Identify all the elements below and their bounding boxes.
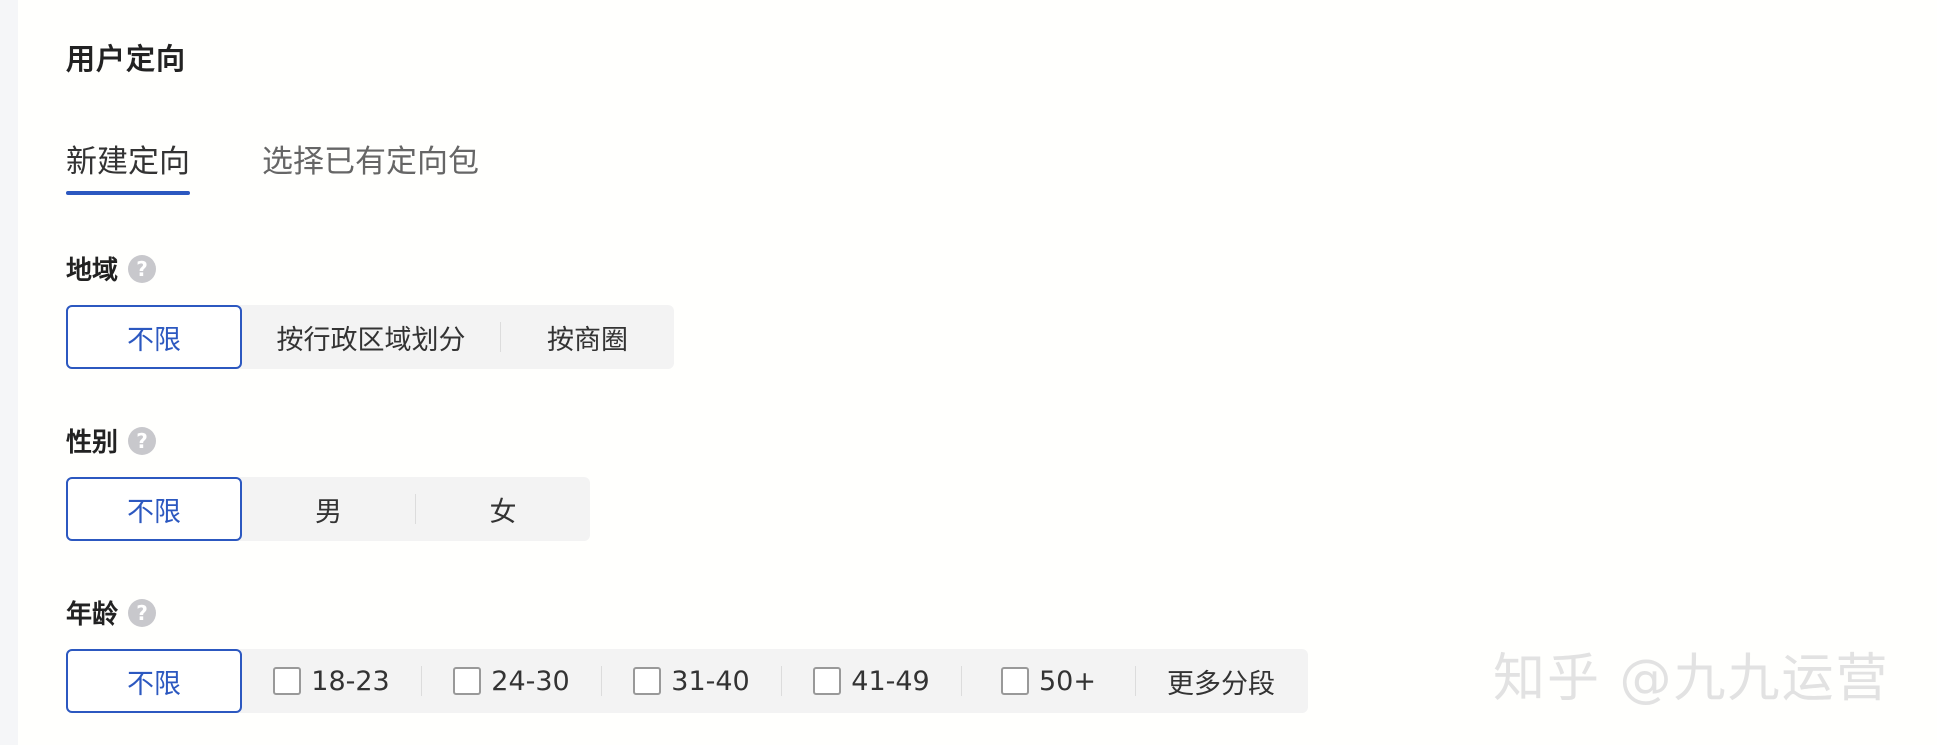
gender-label-row: 性别 ? (66, 422, 157, 459)
gender-option-female[interactable]: 女 (416, 477, 590, 541)
targeting-panel: 用户定向 新建定向 选择已有定向包 地域 ? 不限 按行政区域划分 按商圈 性别… (18, 0, 1937, 745)
checkbox[interactable] (813, 667, 842, 695)
help-icon[interactable]: ? (128, 254, 157, 283)
help-icon[interactable]: ? (128, 598, 157, 627)
gender-option-unlimited[interactable]: 不限 (66, 477, 242, 541)
age-range-label: 24-30 (491, 665, 570, 697)
age-range-label: 31-40 (671, 665, 750, 697)
region-option-administrative[interactable]: 按行政区域划分 (242, 305, 500, 369)
tab-existing-package[interactable]: 选择已有定向包 (262, 136, 479, 195)
age-range-label: 18-23 (311, 665, 390, 697)
age-option-41-49[interactable]: 41-49 (782, 649, 961, 713)
section-title: 用户定向 (66, 42, 187, 76)
tab-new-targeting[interactable]: 新建定向 (66, 136, 190, 195)
checkbox[interactable] (273, 667, 302, 695)
help-icon[interactable]: ? (128, 426, 157, 455)
gender-selector: 不限 男 女 (66, 477, 590, 541)
age-label: 年龄 (66, 600, 119, 630)
age-range-label: 50+ (1039, 665, 1096, 697)
age-option-50-plus[interactable]: 50+ (962, 649, 1135, 713)
age-range-label: 41-49 (851, 665, 930, 697)
gender-option-male[interactable]: 男 (242, 477, 415, 541)
region-label-row: 地域 ? (66, 250, 157, 287)
age-selector: 不限 18-23 24-30 31-40 41-49 50+ 更多分段 (66, 649, 1308, 713)
gender-label: 性别 (66, 428, 119, 458)
checkbox[interactable] (1001, 667, 1029, 695)
age-option-24-30[interactable]: 24-30 (422, 649, 601, 713)
watermark: 知乎 @九九运营 (1493, 649, 1890, 709)
age-option-more-segments[interactable]: 更多分段 (1136, 649, 1306, 713)
age-option-18-23[interactable]: 18-23 (242, 649, 421, 713)
age-option-31-40[interactable]: 31-40 (602, 649, 781, 713)
checkbox[interactable] (633, 667, 662, 695)
region-label: 地域 (66, 256, 119, 286)
age-option-unlimited[interactable]: 不限 (66, 649, 242, 713)
region-option-business-district[interactable]: 按商圈 (501, 305, 674, 369)
age-label-row: 年龄 ? (66, 594, 157, 631)
region-option-unlimited[interactable]: 不限 (66, 305, 242, 369)
checkbox[interactable] (453, 667, 482, 695)
region-selector: 不限 按行政区域划分 按商圈 (66, 305, 674, 369)
